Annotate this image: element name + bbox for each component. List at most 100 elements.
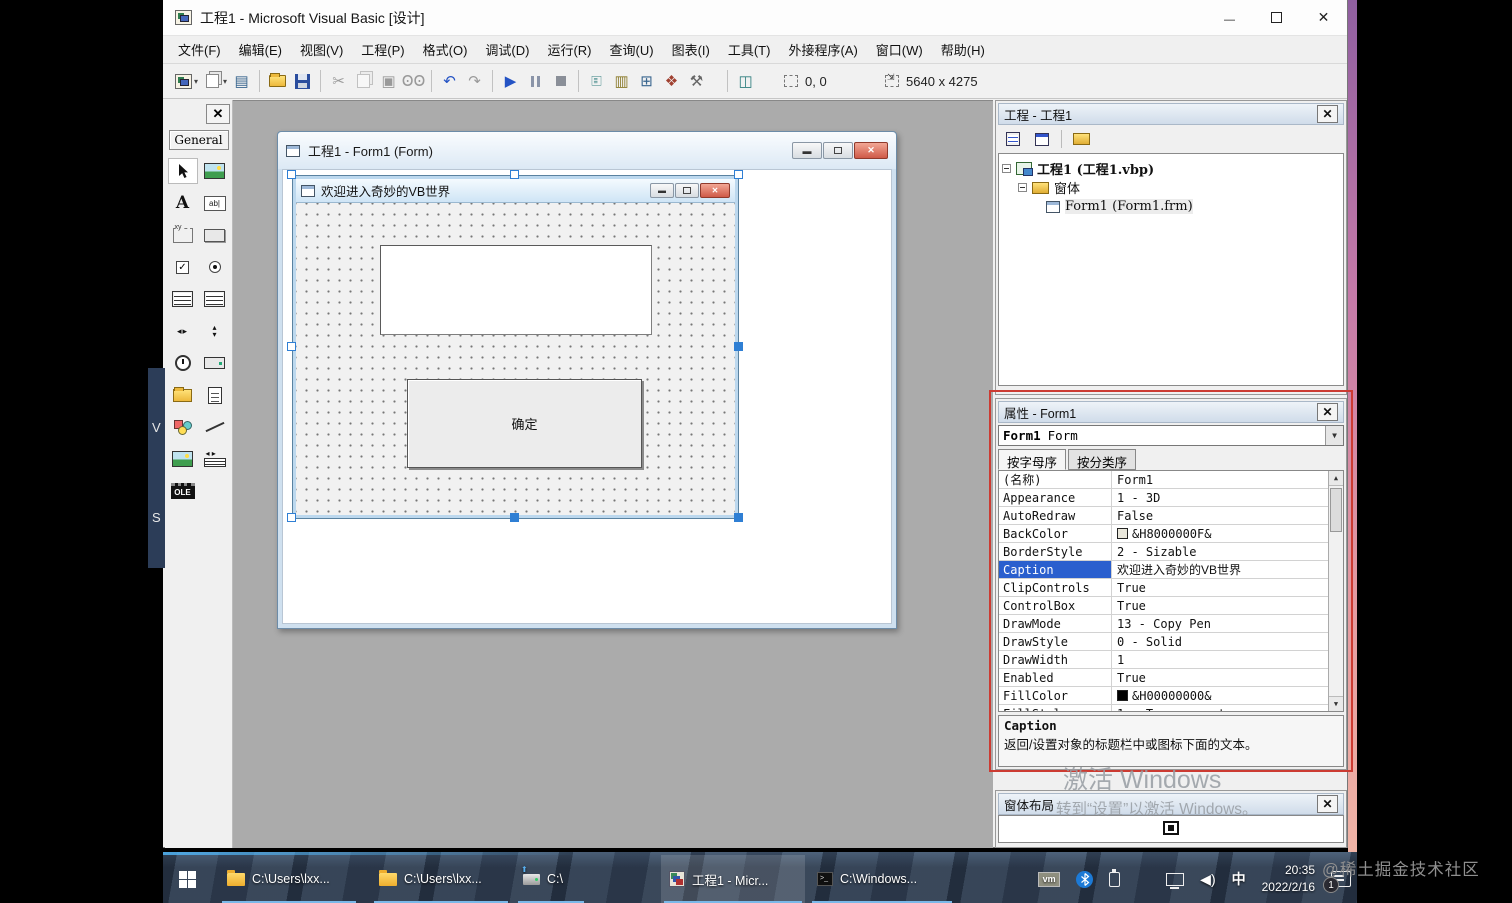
menu-view[interactable]: 视图(V) [291, 36, 352, 63]
project-explorer-title-bar[interactable]: 工程 - 工程1 ✕ [998, 103, 1344, 125]
tool-textbox[interactable]: ab| [200, 190, 230, 216]
tool-ole[interactable]: OLE [168, 478, 198, 504]
ok-command-button[interactable]: 确定 [407, 379, 642, 468]
menu-help[interactable]: 帮助(H) [932, 36, 994, 63]
scroll-down-arrow[interactable]: ▼ [1329, 696, 1343, 711]
selection-handle-bottom-right[interactable] [734, 513, 743, 522]
tool-vscrollbar[interactable]: ▴ ▾ [200, 318, 230, 344]
form-layout-title-bar[interactable]: 窗体布局 ✕ [998, 793, 1344, 815]
tab-alphabetic[interactable]: 按字母序 [998, 449, 1067, 470]
textbox-control[interactable] [380, 245, 652, 335]
scroll-up-arrow[interactable]: ▲ [1329, 471, 1343, 486]
menu-run[interactable]: 运行(R) [538, 36, 600, 63]
taskbar-clock[interactable]: 20:35 2022/2/16 [1262, 862, 1315, 897]
close-button[interactable] [1300, 0, 1347, 35]
copy-button[interactable] [351, 69, 376, 94]
end-button[interactable] [548, 69, 573, 94]
menu-project[interactable]: 工程(P) [352, 36, 413, 63]
tool-optionbutton[interactable] [200, 254, 230, 280]
maximize-button[interactable] [1253, 0, 1300, 35]
menu-addins[interactable]: 外接程序(A) [779, 36, 866, 63]
taskbar-item-explorer-2[interactable]: C:\Users\lxx... [371, 855, 511, 903]
vmware-tray-icon[interactable]: vm [1038, 871, 1061, 887]
tool-hscrollbar[interactable]: ◂▸ [168, 318, 198, 344]
menu-query[interactable]: 查询(U) [601, 36, 663, 63]
collapse-icon[interactable] [1002, 164, 1011, 173]
taskbar-item-explorer-1[interactable]: C:\Users\lxx... [219, 855, 359, 903]
combo-dropdown-button[interactable]: ▼ [1325, 426, 1343, 445]
tool-combobox[interactable] [168, 286, 198, 312]
selection-handle-right-mid[interactable] [734, 342, 743, 351]
taskbar-item-vb[interactable]: 工程1 - Micr... [661, 855, 805, 903]
toolbox-close-button[interactable]: ✕ [206, 104, 230, 124]
tool-label[interactable]: A [168, 190, 198, 216]
form-layout-button[interactable]: ⊞ [634, 69, 659, 94]
network-tray-icon[interactable] [1166, 872, 1185, 889]
tool-dirlistbox[interactable] [168, 382, 198, 408]
menu-format[interactable]: 格式(O) [414, 36, 477, 63]
data-view-button[interactable]: ◫ [733, 69, 758, 94]
designer-close-button[interactable]: ✕ [854, 142, 888, 159]
usb-tray-icon[interactable] [1109, 868, 1121, 887]
selection-handle-bottom-left[interactable] [287, 513, 296, 522]
tree-node-forms-folder[interactable]: 窗体 [1002, 178, 1340, 197]
tool-shape[interactable] [168, 414, 198, 440]
tool-data[interactable] [200, 446, 230, 472]
add-project-button[interactable] [171, 69, 196, 94]
menu-diagram[interactable]: 图表(I) [663, 36, 719, 63]
taskbar-item-cmd[interactable]: >_ C:\Windows... [809, 855, 955, 903]
tab-categorized[interactable]: 按分类序 [1068, 449, 1137, 470]
properties-close-button[interactable]: ✕ [1317, 403, 1338, 421]
object-browser-button[interactable]: ❖ [659, 69, 684, 94]
tool-drivelistbox[interactable] [200, 350, 230, 376]
break-button[interactable] [523, 69, 548, 94]
tool-commandbutton[interactable] [200, 222, 230, 248]
designer-minimize-button[interactable]: ▬ [792, 142, 822, 159]
selection-handle-top-left[interactable] [287, 170, 296, 179]
minimize-button[interactable] [1206, 0, 1253, 35]
volume-tray-icon[interactable]: ◀) [1200, 871, 1215, 888]
cut-button[interactable]: ✂ [326, 69, 351, 94]
view-object-button[interactable] [1029, 129, 1055, 150]
selection-handle-top-right[interactable] [734, 170, 743, 179]
tool-image[interactable] [168, 446, 198, 472]
form-layout-body[interactable] [998, 815, 1344, 843]
find-button[interactable]: ꙨꙨ [401, 69, 426, 94]
tree-node-project[interactable]: 工程1 (工程1.vbp) [1002, 159, 1340, 178]
start-button[interactable]: ▶ [498, 69, 523, 94]
add-form-button[interactable] [200, 69, 225, 94]
menu-editor-button[interactable]: ▤ [229, 69, 254, 94]
redo-button[interactable]: ↷ [462, 69, 487, 94]
menu-file[interactable]: 文件(F) [169, 36, 230, 63]
selection-handle-top-mid[interactable] [510, 170, 519, 179]
save-button[interactable] [290, 69, 315, 94]
paste-button[interactable]: ▣ [376, 69, 401, 94]
tool-picturebox[interactable] [200, 158, 230, 184]
toolbox-button[interactable]: ⚒ [684, 69, 709, 94]
toolbox-general-tab[interactable]: General [168, 130, 229, 150]
menu-edit[interactable]: 编辑(E) [230, 36, 291, 63]
tool-filelistbox[interactable] [200, 382, 230, 408]
tool-pointer[interactable] [167, 158, 198, 184]
bluetooth-tray-icon[interactable] [1076, 870, 1094, 888]
form-layout-close-button[interactable]: ✕ [1317, 795, 1338, 813]
collapse-icon[interactable] [1018, 183, 1027, 192]
menu-debug[interactable]: 调试(D) [476, 36, 538, 63]
tool-timer[interactable] [168, 350, 198, 376]
menu-tools[interactable]: 工具(T) [719, 36, 780, 63]
scroll-thumb[interactable] [1330, 488, 1342, 532]
tool-listbox[interactable] [200, 286, 230, 312]
view-code-button[interactable] [1000, 129, 1026, 150]
menu-window[interactable]: 窗口(W) [867, 36, 932, 63]
selection-handle-bottom-mid[interactable] [510, 513, 519, 522]
project-explorer-close-button[interactable]: ✕ [1317, 105, 1338, 123]
project-explorer-button[interactable]: 🗉 [584, 69, 609, 94]
toggle-folders-button[interactable] [1068, 129, 1094, 150]
designer-restore-button[interactable] [823, 142, 853, 159]
tool-frame[interactable] [168, 222, 198, 248]
object-selector-combo[interactable]: Form1 Form ▼ [998, 425, 1344, 446]
properties-title-bar[interactable]: 属性 - Form1 ✕ [998, 401, 1344, 423]
tool-checkbox[interactable]: ✓ [168, 254, 198, 280]
open-project-button[interactable] [265, 69, 290, 94]
tree-node-form1[interactable]: Form1 (Form1.frm) [1002, 197, 1340, 216]
